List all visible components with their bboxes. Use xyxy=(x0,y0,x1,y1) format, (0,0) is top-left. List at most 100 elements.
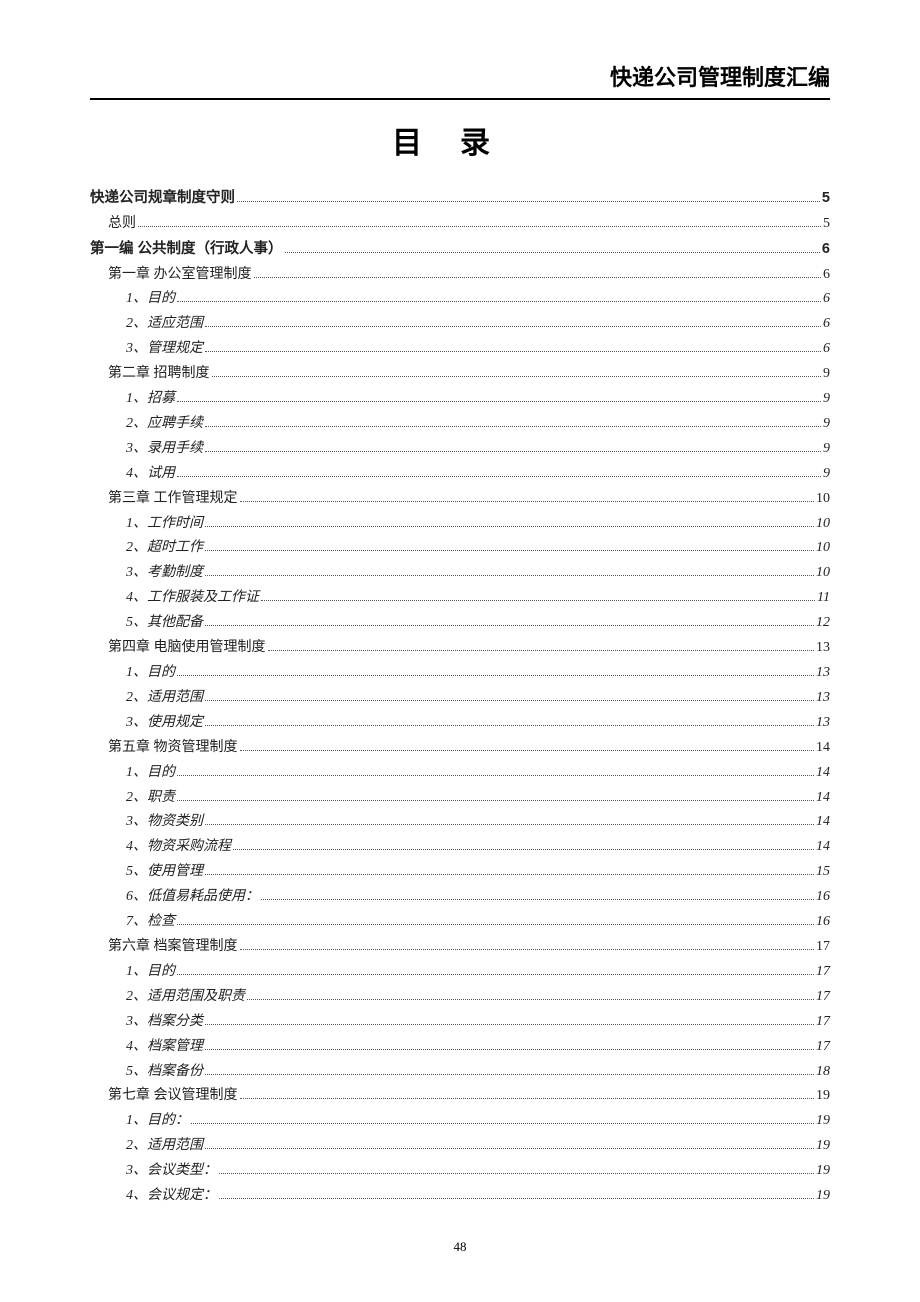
page-number: 48 xyxy=(90,1239,830,1255)
toc-entry-page: 9 xyxy=(823,362,830,387)
toc-entry: 3、物资类别14 xyxy=(90,810,830,835)
toc-entry: 3、会议类型：19 xyxy=(90,1159,830,1184)
toc-entry: 6、低值易耗品使用：16 xyxy=(90,885,830,910)
toc-entry: 4、工作服装及工作证11 xyxy=(90,586,830,611)
table-of-contents: 快递公司规章制度守则5总则5第一编 公共制度（行政人事）6第一章 办公室管理制度… xyxy=(90,186,830,1209)
toc-entry: 1、目的：19 xyxy=(90,1109,830,1134)
toc-entry: 2、适应范围 6 xyxy=(90,312,830,337)
toc-entry: 第六章 档案管理制度17 xyxy=(90,935,830,960)
toc-entry-title: 3、录用手续 xyxy=(126,437,203,462)
toc-entry-page: 14 xyxy=(816,736,830,761)
toc-entry-page: 19 xyxy=(816,1159,830,1184)
toc-entry-page: 9 xyxy=(823,437,830,462)
document-page: 快递公司管理制度汇编 目录 快递公司规章制度守则5总则5第一编 公共制度（行政人… xyxy=(0,0,920,1295)
toc-entry-page: 6 xyxy=(823,287,830,312)
toc-entry-title: 1、目的 xyxy=(126,661,175,686)
toc-entry-page: 11 xyxy=(817,586,830,611)
toc-heading: 目录 xyxy=(90,118,830,162)
toc-entry: 第二章 招聘制度9 xyxy=(90,362,830,387)
toc-entry: 第四章 电脑使用管理制度13 xyxy=(90,636,830,661)
toc-entry: 2、适用范围13 xyxy=(90,686,830,711)
toc-entry-page: 13 xyxy=(816,636,830,661)
toc-entry-title: 2、适用范围 xyxy=(126,686,203,711)
toc-entry-page: 5 xyxy=(823,212,830,237)
toc-leader-dots xyxy=(177,974,814,975)
toc-entry-page: 12 xyxy=(816,611,830,636)
toc-entry-page: 10 xyxy=(816,561,830,586)
toc-entry-page: 17 xyxy=(816,1010,830,1035)
toc-entry-page: 6 xyxy=(823,312,830,337)
toc-entry: 1、目的 13 xyxy=(90,661,830,686)
toc-entry-page: 18 xyxy=(816,1060,830,1085)
toc-entry-page: 10 xyxy=(816,487,830,512)
toc-entry-page: 17 xyxy=(816,1035,830,1060)
toc-entry-title: 1、目的 xyxy=(126,761,175,786)
toc-entry: 3、使用规定 13 xyxy=(90,711,830,736)
toc-leader-dots xyxy=(177,675,814,676)
toc-entry: 快递公司规章制度守则 5 xyxy=(90,186,830,212)
toc-leader-dots xyxy=(247,999,814,1000)
toc-entry: 2、适用范围及职责17 xyxy=(90,985,830,1010)
toc-leader-dots xyxy=(177,476,821,477)
toc-leader-dots xyxy=(191,1123,814,1124)
toc-entry-page: 15 xyxy=(816,860,830,885)
toc-leader-dots xyxy=(177,301,821,302)
toc-entry: 2、适用范围19 xyxy=(90,1134,830,1159)
toc-entry-page: 5 xyxy=(822,186,830,212)
toc-entry: 3、录用手续 9 xyxy=(90,437,830,462)
toc-entry-title: 1、招募 xyxy=(126,387,175,412)
toc-leader-dots xyxy=(205,426,821,427)
toc-entry-title: 第一章 办公室管理制度 xyxy=(108,263,252,288)
toc-entry: 1、招募 9 xyxy=(90,387,830,412)
toc-entry-title: 第五章 物资管理制度 xyxy=(108,736,238,761)
toc-entry-title: 2、适应范围 xyxy=(126,312,203,337)
toc-entry-title: 4、试用 xyxy=(126,462,175,487)
toc-entry: 1、目的14 xyxy=(90,761,830,786)
toc-entry: 3、考勤制度10 xyxy=(90,561,830,586)
toc-leader-dots xyxy=(205,451,821,452)
toc-leader-dots xyxy=(205,326,821,327)
toc-leader-dots xyxy=(205,575,814,576)
toc-entry: 5、档案备份 18 xyxy=(90,1060,830,1085)
toc-leader-dots xyxy=(205,1049,814,1050)
toc-entry-title: 1、目的： xyxy=(126,1109,189,1134)
toc-entry-page: 6 xyxy=(823,337,830,362)
toc-leader-dots xyxy=(205,1024,814,1025)
toc-leader-dots xyxy=(205,625,814,626)
toc-entry-page: 14 xyxy=(816,835,830,860)
toc-entry-page: 14 xyxy=(816,786,830,811)
toc-entry-title: 总则 xyxy=(108,212,136,237)
toc-entry-title: 5、档案备份 xyxy=(126,1060,203,1085)
toc-entry: 第五章 物资管理制度 14 xyxy=(90,736,830,761)
toc-entry: 4、试用9 xyxy=(90,462,830,487)
toc-entry: 第一章 办公室管理制度6 xyxy=(90,263,830,288)
toc-entry-title: 5、其他配备 xyxy=(126,611,203,636)
toc-leader-dots xyxy=(261,899,814,900)
toc-entry-title: 3、物资类别 xyxy=(126,810,203,835)
toc-leader-dots xyxy=(177,800,814,801)
toc-leader-dots xyxy=(233,849,814,850)
toc-entry: 1、目的 6 xyxy=(90,287,830,312)
toc-leader-dots xyxy=(205,526,814,527)
toc-entry-page: 9 xyxy=(823,387,830,412)
toc-entry-title: 3、管理规定 xyxy=(126,337,203,362)
toc-leader-dots xyxy=(219,1198,814,1199)
toc-entry-page: 6 xyxy=(822,237,830,263)
toc-entry: 4、档案管理17 xyxy=(90,1035,830,1060)
toc-leader-dots xyxy=(205,824,814,825)
toc-leader-dots xyxy=(237,201,820,202)
toc-entry-title: 快递公司规章制度守则 xyxy=(90,186,235,212)
toc-entry: 7、检查16 xyxy=(90,910,830,935)
toc-entry: 2、应聘手续9 xyxy=(90,412,830,437)
toc-entry-page: 13 xyxy=(816,711,830,736)
toc-entry-title: 3、使用规定 xyxy=(126,711,203,736)
toc-entry-title: 第七章 会议管理制度 xyxy=(108,1084,238,1109)
toc-entry-title: 1、目的 xyxy=(126,960,175,985)
toc-entry: 5、使用管理15 xyxy=(90,860,830,885)
toc-leader-dots xyxy=(205,725,814,726)
toc-entry-title: 1、目的 xyxy=(126,287,175,312)
toc-entry-page: 13 xyxy=(816,661,830,686)
toc-entry: 5、其他配备 12 xyxy=(90,611,830,636)
toc-leader-dots xyxy=(205,351,821,352)
toc-leader-dots xyxy=(285,252,820,253)
